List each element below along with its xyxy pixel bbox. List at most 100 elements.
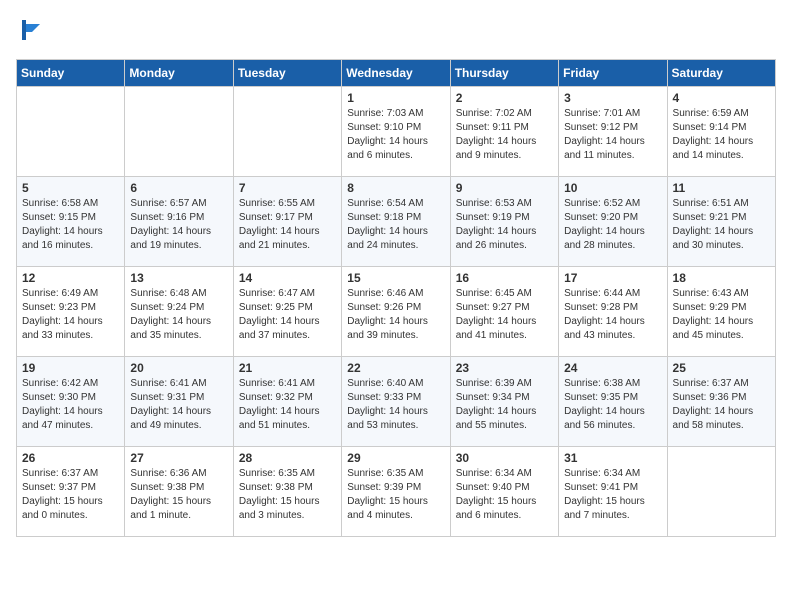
day-number: 22	[347, 361, 444, 375]
calendar-cell: 14 Sunrise: 6:47 AM Sunset: 9:25 PM Dayli…	[233, 267, 341, 357]
calendar-week-row: 1 Sunrise: 7:03 AM Sunset: 9:10 PM Daylig…	[17, 87, 776, 177]
calendar-cell	[233, 87, 341, 177]
calendar-cell: 13 Sunrise: 6:48 AM Sunset: 9:24 PM Dayli…	[125, 267, 233, 357]
day-number: 28	[239, 451, 336, 465]
calendar-cell: 3Sunrise: 7:01 AM Sunset: 9:12 PM Daylig…	[559, 87, 667, 177]
day-info: Sunrise: 6:55 AM Sunset: 9:17 PM Dayligh…	[239, 197, 336, 253]
calendar-cell	[125, 87, 233, 177]
day-info: Sunrise: 6:36 AM Sunset: 9:38 PM Dayligh…	[130, 467, 227, 523]
day-number: 20	[130, 361, 227, 375]
day-info: Sunrise: 6:39 AM Sunset: 9:34 PM Dayligh…	[456, 377, 553, 433]
logo	[16, 16, 46, 49]
day-number: 23	[456, 361, 553, 375]
calendar-cell: 31Sunrise: 6:34 AM Sunset: 9:41 PM Dayli…	[559, 447, 667, 537]
calendar-cell: 6 Sunrise: 6:57 AM Sunset: 9:16 PM Daylig…	[125, 177, 233, 267]
day-info: Sunrise: 6:57 AM Sunset: 9:16 PM Dayligh…	[130, 197, 227, 253]
calendar-cell: 7 Sunrise: 6:55 AM Sunset: 9:17 PM Daylig…	[233, 177, 341, 267]
day-number: 27	[130, 451, 227, 465]
calendar-cell: 18Sunrise: 6:43 AM Sunset: 9:29 PM Dayli…	[667, 267, 775, 357]
weekday-header-saturday: Saturday	[667, 60, 775, 87]
calendar-week-row: 26 Sunrise: 6:37 AM Sunset: 9:37 PM Dayli…	[17, 447, 776, 537]
day-number: 7	[239, 181, 336, 195]
calendar-cell: 28 Sunrise: 6:35 AM Sunset: 9:38 PM Dayli…	[233, 447, 341, 537]
day-number: 8	[347, 181, 444, 195]
logo-flag-icon	[18, 16, 46, 44]
calendar-week-row: 19Sunrise: 6:42 AM Sunset: 9:30 PM Dayli…	[17, 357, 776, 447]
calendar-cell	[667, 447, 775, 537]
calendar-cell: 15Sunrise: 6:46 AM Sunset: 9:26 PM Dayli…	[342, 267, 450, 357]
day-info: Sunrise: 6:46 AM Sunset: 9:26 PM Dayligh…	[347, 287, 444, 343]
calendar-cell: 25 Sunrise: 6:37 AM Sunset: 9:36 PM Dayli…	[667, 357, 775, 447]
day-info: Sunrise: 6:59 AM Sunset: 9:14 PM Dayligh…	[673, 107, 770, 163]
calendar-cell: 22 Sunrise: 6:40 AM Sunset: 9:33 PM Dayli…	[342, 357, 450, 447]
calendar-cell: 23 Sunrise: 6:39 AM Sunset: 9:34 PM Dayli…	[450, 357, 558, 447]
day-info: Sunrise: 7:03 AM Sunset: 9:10 PM Dayligh…	[347, 107, 444, 163]
day-info: Sunrise: 6:45 AM Sunset: 9:27 PM Dayligh…	[456, 287, 553, 343]
day-number: 31	[564, 451, 661, 465]
calendar-cell: 11 Sunrise: 6:51 AM Sunset: 9:21 PM Dayli…	[667, 177, 775, 267]
day-number: 26	[22, 451, 119, 465]
day-info: Sunrise: 6:34 AM Sunset: 9:40 PM Dayligh…	[456, 467, 553, 523]
day-info: Sunrise: 6:58 AM Sunset: 9:15 PM Dayligh…	[22, 197, 119, 253]
day-number: 30	[456, 451, 553, 465]
weekday-header-sunday: Sunday	[17, 60, 125, 87]
weekday-header-tuesday: Tuesday	[233, 60, 341, 87]
day-info: Sunrise: 6:52 AM Sunset: 9:20 PM Dayligh…	[564, 197, 661, 253]
calendar-cell: 27 Sunrise: 6:36 AM Sunset: 9:38 PM Dayli…	[125, 447, 233, 537]
calendar-cell	[17, 87, 125, 177]
calendar-cell: 5 Sunrise: 6:58 AM Sunset: 9:15 PM Daylig…	[17, 177, 125, 267]
weekday-header-friday: Friday	[559, 60, 667, 87]
weekday-header-thursday: Thursday	[450, 60, 558, 87]
day-number: 13	[130, 271, 227, 285]
day-info: Sunrise: 6:38 AM Sunset: 9:35 PM Dayligh…	[564, 377, 661, 433]
day-info: Sunrise: 6:35 AM Sunset: 9:38 PM Dayligh…	[239, 467, 336, 523]
day-number: 25	[673, 361, 770, 375]
day-info: Sunrise: 6:41 AM Sunset: 9:32 PM Dayligh…	[239, 377, 336, 433]
calendar-cell: 24Sunrise: 6:38 AM Sunset: 9:35 PM Dayli…	[559, 357, 667, 447]
day-info: Sunrise: 6:41 AM Sunset: 9:31 PM Dayligh…	[130, 377, 227, 433]
calendar-week-row: 5 Sunrise: 6:58 AM Sunset: 9:15 PM Daylig…	[17, 177, 776, 267]
day-number: 14	[239, 271, 336, 285]
day-info: Sunrise: 6:49 AM Sunset: 9:23 PM Dayligh…	[22, 287, 119, 343]
calendar-week-row: 12Sunrise: 6:49 AM Sunset: 9:23 PM Dayli…	[17, 267, 776, 357]
day-number: 6	[130, 181, 227, 195]
day-info: Sunrise: 6:51 AM Sunset: 9:21 PM Dayligh…	[673, 197, 770, 253]
day-info: Sunrise: 6:53 AM Sunset: 9:19 PM Dayligh…	[456, 197, 553, 253]
calendar-cell: 17 Sunrise: 6:44 AM Sunset: 9:28 PM Dayli…	[559, 267, 667, 357]
day-info: Sunrise: 6:40 AM Sunset: 9:33 PM Dayligh…	[347, 377, 444, 433]
day-number: 1	[347, 91, 444, 105]
day-info: Sunrise: 7:02 AM Sunset: 9:11 PM Dayligh…	[456, 107, 553, 163]
day-number: 9	[456, 181, 553, 195]
day-number: 16	[456, 271, 553, 285]
day-number: 19	[22, 361, 119, 375]
calendar-cell: 29 Sunrise: 6:35 AM Sunset: 9:39 PM Dayli…	[342, 447, 450, 537]
day-info: Sunrise: 6:48 AM Sunset: 9:24 PM Dayligh…	[130, 287, 227, 343]
day-info: Sunrise: 6:43 AM Sunset: 9:29 PM Dayligh…	[673, 287, 770, 343]
day-info: Sunrise: 7:01 AM Sunset: 9:12 PM Dayligh…	[564, 107, 661, 163]
calendar-cell: 20 Sunrise: 6:41 AM Sunset: 9:31 PM Dayli…	[125, 357, 233, 447]
calendar-body: 1 Sunrise: 7:03 AM Sunset: 9:10 PM Daylig…	[17, 87, 776, 537]
day-number: 29	[347, 451, 444, 465]
day-number: 5	[22, 181, 119, 195]
day-number: 17	[564, 271, 661, 285]
calendar-cell: 19Sunrise: 6:42 AM Sunset: 9:30 PM Dayli…	[17, 357, 125, 447]
day-number: 10	[564, 181, 661, 195]
calendar-cell: 1 Sunrise: 7:03 AM Sunset: 9:10 PM Daylig…	[342, 87, 450, 177]
calendar-cell: 21 Sunrise: 6:41 AM Sunset: 9:32 PM Dayli…	[233, 357, 341, 447]
day-number: 21	[239, 361, 336, 375]
day-info: Sunrise: 6:44 AM Sunset: 9:28 PM Dayligh…	[564, 287, 661, 343]
day-number: 11	[673, 181, 770, 195]
day-info: Sunrise: 6:37 AM Sunset: 9:37 PM Dayligh…	[22, 467, 119, 523]
page-header	[16, 16, 776, 49]
calendar-cell: 2Sunrise: 7:02 AM Sunset: 9:11 PM Daylig…	[450, 87, 558, 177]
calendar-cell: 4Sunrise: 6:59 AM Sunset: 9:14 PM Daylig…	[667, 87, 775, 177]
day-info: Sunrise: 6:35 AM Sunset: 9:39 PM Dayligh…	[347, 467, 444, 523]
calendar-cell: 10 Sunrise: 6:52 AM Sunset: 9:20 PM Dayli…	[559, 177, 667, 267]
weekday-header-monday: Monday	[125, 60, 233, 87]
weekday-header-wednesday: Wednesday	[342, 60, 450, 87]
day-info: Sunrise: 6:37 AM Sunset: 9:36 PM Dayligh…	[673, 377, 770, 433]
calendar-table: SundayMondayTuesdayWednesdayThursdayFrid…	[16, 59, 776, 537]
calendar-cell: 9 Sunrise: 6:53 AM Sunset: 9:19 PM Daylig…	[450, 177, 558, 267]
calendar-header-row: SundayMondayTuesdayWednesdayThursdayFrid…	[17, 60, 776, 87]
day-info: Sunrise: 6:47 AM Sunset: 9:25 PM Dayligh…	[239, 287, 336, 343]
